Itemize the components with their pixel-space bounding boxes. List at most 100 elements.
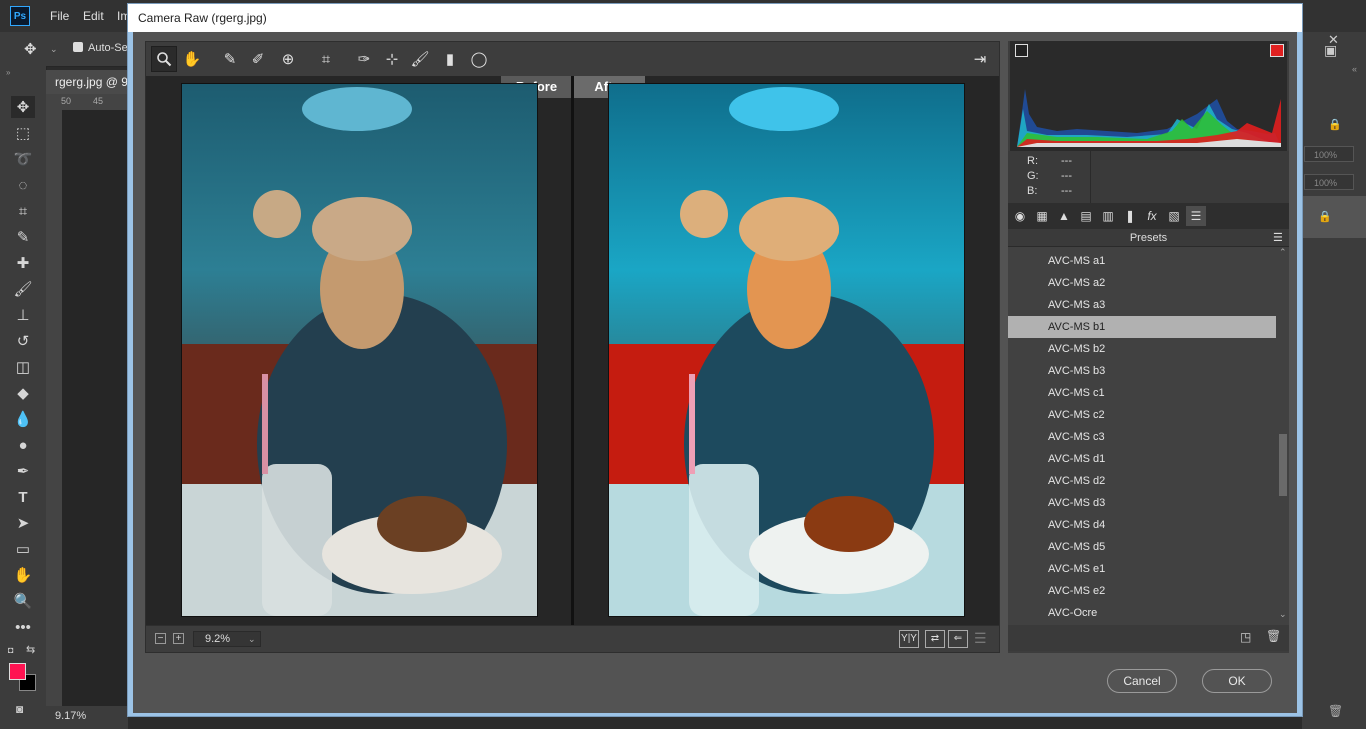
preset-item[interactable]: AVC-MS c1 (1008, 382, 1276, 404)
preset-item[interactable]: AVC-MS e2 (1008, 580, 1276, 602)
move-tool-icon[interactable]: ✥ (11, 96, 35, 118)
preset-item[interactable]: AVC-Ocre (1008, 602, 1276, 624)
basic-tab-icon[interactable]: ◉ (1010, 206, 1030, 226)
marquee-tool-icon[interactable]: ⬚ (11, 122, 35, 144)
preset-item[interactable]: AVC-MS e1 (1008, 558, 1276, 580)
preset-item[interactable]: AVC-MS a2 (1008, 272, 1276, 294)
radial-filter-icon[interactable]: ◯ (466, 46, 492, 72)
ok-button[interactable]: OK (1202, 669, 1272, 693)
eraser-tool-icon[interactable]: ◫ (11, 356, 35, 378)
effects-tab-icon[interactable]: fx (1142, 206, 1162, 226)
cancel-button[interactable]: Cancel (1107, 669, 1177, 693)
zoom-tool-icon[interactable]: 🔍 (11, 590, 35, 612)
split-toning-tab-icon[interactable]: ▥ (1098, 206, 1118, 226)
opacity-field[interactable]: 100% (1304, 146, 1354, 162)
preset-item[interactable]: AVC-MS d4 (1008, 514, 1276, 536)
rectangle-tool-icon[interactable]: ▭ (11, 538, 35, 560)
quick-mask-icon[interactable]: ◙ (16, 702, 23, 716)
swap-settings-button[interactable]: ⇄ (925, 630, 945, 648)
layer-row[interactable]: 🔒 (1302, 196, 1366, 238)
preset-item[interactable]: AVC-MS c2 (1008, 404, 1276, 426)
lock-icon[interactable]: 🔒 (1328, 118, 1342, 131)
after-photo[interactable] (608, 83, 965, 617)
paint-bucket-tool-icon[interactable]: ◆ (11, 382, 35, 404)
chevron-down-icon[interactable]: ⌄ (50, 44, 58, 55)
collapse-icon[interactable]: « (1352, 64, 1357, 74)
preset-item[interactable]: AVC-MS a3 (1008, 294, 1276, 316)
preset-item[interactable]: AVC-MS d2 (1008, 470, 1276, 492)
r-label: R: (1027, 155, 1038, 167)
adjustment-brush-icon[interactable]: 🖌 (407, 46, 433, 72)
pen-tool-icon[interactable]: ✒ (11, 460, 35, 482)
presets-tab-icon[interactable]: ☰ (1186, 206, 1206, 226)
before-photo[interactable] (181, 83, 538, 617)
document-tab[interactable]: rgerg.jpg @ 9 (46, 70, 136, 94)
zoom-out-button[interactable]: − (155, 633, 166, 644)
red-eye-tool-icon[interactable]: ⊹ (379, 46, 405, 72)
fill-field[interactable]: 100% (1304, 174, 1354, 190)
preset-item[interactable]: AVC-MS c3 (1008, 426, 1276, 448)
scrollbar[interactable]: ⌃ ⌄ (1277, 247, 1288, 625)
trash-icon[interactable]: 🗑 (1328, 704, 1343, 718)
zoom-level-select[interactable]: 9.2% ⌄ (193, 631, 261, 647)
spot-removal-tool-icon[interactable]: ✑ (351, 46, 377, 72)
more-tools-icon[interactable]: ••• (11, 616, 35, 638)
path-select-tool-icon[interactable]: ➤ (11, 512, 35, 534)
camera-raw-toolbar: ✋ ✎ ✐ ⊕ ⌗ ✑ ⊹ 🖌 ▮ ◯ ⇥ (146, 42, 999, 76)
quick-select-tool-icon[interactable]: ◌ (11, 174, 35, 196)
healing-tool-icon[interactable]: ✚ (11, 252, 35, 274)
lens-corrections-tab-icon[interactable]: ❚ (1120, 206, 1140, 226)
foreground-color-swatch[interactable] (9, 663, 26, 680)
preset-item[interactable]: AVC-MS b1 (1008, 316, 1276, 338)
detail-tab-icon[interactable]: ▲ (1054, 206, 1074, 226)
brush-tool-icon[interactable]: 🖌 (11, 278, 35, 300)
toggle-settings-icon[interactable]: ☰ (974, 630, 987, 647)
trash-icon[interactable]: 🗑 (1266, 629, 1281, 643)
targeted-adjustment-tool-icon[interactable]: ⊕ (275, 46, 301, 72)
menu-file[interactable]: File (50, 9, 69, 23)
history-brush-tool-icon[interactable]: ↺ (11, 330, 35, 352)
highlight-clipping-toggle[interactable] (1270, 44, 1284, 57)
swap-colors-icon[interactable]: ⇆ (26, 643, 35, 656)
zoom-tool-icon[interactable] (151, 46, 177, 72)
crop-tool-icon[interactable]: ⌗ (313, 46, 339, 72)
menu-edit[interactable]: Edit (83, 9, 104, 23)
hand-tool-icon[interactable]: ✋ (179, 46, 205, 72)
dodge-tool-icon[interactable]: ● (11, 434, 35, 456)
open-preferences-icon[interactable]: ⇥ (967, 46, 993, 72)
eyedropper-tool-icon[interactable]: ✎ (11, 226, 35, 248)
move-tool-icon[interactable]: ✥ (24, 40, 37, 58)
hsl-tab-icon[interactable]: ▤ (1076, 206, 1096, 226)
scroll-up-icon[interactable]: ⌃ (1279, 247, 1287, 258)
copy-settings-button[interactable]: ⇐ (948, 630, 968, 648)
tone-curve-tab-icon[interactable]: ▦ (1032, 206, 1052, 226)
crop-tool-icon[interactable]: ⌗ (11, 200, 35, 222)
preset-item[interactable]: AVC-MS d5 (1008, 536, 1276, 558)
lasso-tool-icon[interactable]: ➰ (11, 148, 35, 170)
histogram (1010, 41, 1287, 151)
auto-select-checkbox[interactable] (73, 42, 83, 52)
white-balance-tool-icon[interactable]: ✎ (217, 46, 243, 72)
preset-item[interactable]: AVC-MS b2 (1008, 338, 1276, 360)
hand-tool-icon[interactable]: ✋ (11, 564, 35, 586)
graduated-filter-icon[interactable]: ▮ (437, 46, 463, 72)
preset-item[interactable]: AVC-MS b3 (1008, 360, 1276, 382)
collapse-icon[interactable]: » (6, 68, 10, 77)
preset-item[interactable]: AVC-MS d3 (1008, 492, 1276, 514)
before-after-view-button[interactable]: Y|Y (899, 630, 919, 648)
scrollbar-thumb[interactable] (1279, 434, 1287, 496)
new-preset-icon[interactable]: ◳ (1240, 630, 1251, 644)
stamp-tool-icon[interactable]: ⊥ (11, 304, 35, 326)
type-tool-icon[interactable]: T (11, 486, 35, 508)
shadow-clipping-toggle[interactable] (1015, 44, 1028, 57)
presets-menu-icon[interactable]: ☰ (1273, 229, 1283, 247)
workspace-icon[interactable]: ▣ (1324, 42, 1337, 59)
camera-calibration-tab-icon[interactable]: ▧ (1164, 206, 1184, 226)
default-colors-icon[interactable]: ◘ (8, 645, 13, 655)
blur-tool-icon[interactable]: 💧 (11, 408, 35, 430)
preset-item[interactable]: AVC-MS a1 (1008, 250, 1276, 272)
zoom-in-button[interactable]: + (173, 633, 184, 644)
preset-item[interactable]: AVC-MS d1 (1008, 448, 1276, 470)
scroll-down-icon[interactable]: ⌄ (1279, 609, 1287, 620)
color-sampler-tool-icon[interactable]: ✐ (245, 46, 271, 72)
